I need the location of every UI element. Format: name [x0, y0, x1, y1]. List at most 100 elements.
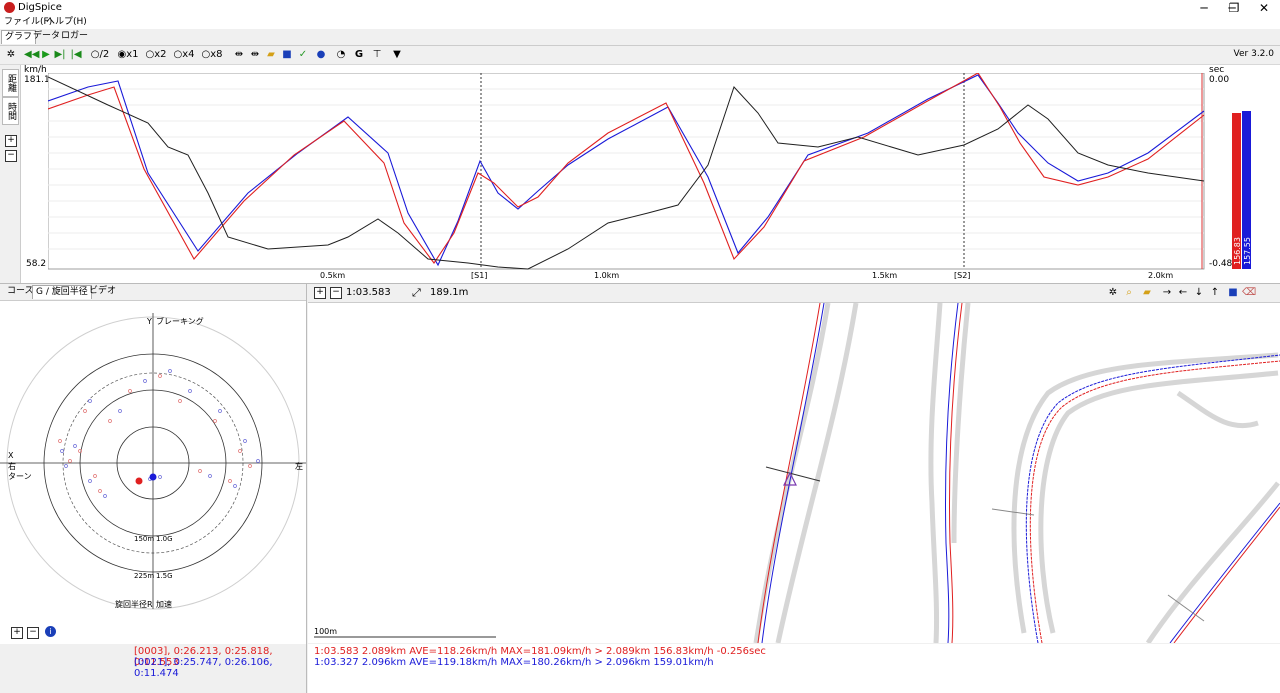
- split-right-icon[interactable]: ⇹: [248, 47, 262, 63]
- x-tick-5: 2.0km: [1148, 271, 1173, 279]
- radio-icon: ○: [145, 49, 155, 60]
- text-cursor-icon[interactable]: ⊤: [370, 47, 384, 63]
- left-panel: コース G / 旋回半径 ビデオ Y ブレーキング X 右 ターン 左 150m…: [0, 284, 307, 693]
- ring-150m: 150m: [134, 535, 154, 543]
- lap-blue-summary: 1:03.327 2.096km AVE=119.18km/h MAX=180.…: [314, 657, 714, 668]
- open-folder-icon[interactable]: ▰: [1140, 285, 1154, 301]
- radio-icon: ○: [201, 49, 211, 60]
- menu-help[interactable]: ヘルプ(H): [46, 16, 87, 29]
- split-left-icon[interactable]: ⇹: [232, 47, 246, 63]
- x-tick-2: 1.0km: [594, 271, 619, 279]
- tab-g-radius[interactable]: G / 旋回半径: [32, 285, 92, 299]
- collapse-icon[interactable]: −: [330, 287, 342, 299]
- collapse-icon[interactable]: −: [27, 627, 39, 639]
- speed-trace-chart[interactable]: 0.5km [S1] 1.0km 1.5km [S2] 2.0km: [48, 73, 1206, 279]
- zoom-icon[interactable]: ⌕: [1122, 285, 1136, 301]
- ruler-icon[interactable]: ⤢: [412, 286, 421, 300]
- y-max-label: 181.1: [24, 75, 50, 85]
- globe-icon[interactable]: ●: [314, 47, 328, 63]
- distance-label: 189.1m: [430, 287, 469, 298]
- speed-bar-red-label: 156.83: [1233, 237, 1242, 265]
- lap-info-left: [0003], 0:26.213, 0:25.818, 0:11.553 [00…: [0, 644, 306, 693]
- radio-icon: ○: [173, 49, 183, 60]
- y-min-label: 58.2: [26, 259, 47, 269]
- speed-x4-radio[interactable]: ○x4: [172, 47, 196, 63]
- refresh-icon[interactable]: ✲: [1106, 285, 1120, 301]
- tab-video[interactable]: ビデオ: [86, 285, 119, 298]
- x-tick-3: 1.5km: [872, 271, 897, 279]
- speed-x8-radio[interactable]: ○x8: [200, 47, 224, 63]
- arrow-up-icon[interactable]: ↑: [1208, 285, 1222, 301]
- menu-bar: ファイル(F) ヘルプ(H): [0, 16, 1280, 29]
- title-bar: DigSpice ─: [0, 0, 1280, 16]
- turn-label: ターン: [8, 472, 32, 481]
- save-icon[interactable]: ■: [1226, 285, 1240, 301]
- eraser-icon[interactable]: ⌫: [1242, 285, 1256, 301]
- dropdown-arrow-icon[interactable]: ▼: [390, 47, 404, 63]
- track-map-panel[interactable]: 100m: [308, 302, 1280, 643]
- tab-time[interactable]: 時間: [2, 97, 19, 125]
- arrow-right-icon[interactable]: →: [1160, 285, 1174, 301]
- restore-window-button[interactable]: ❐: [1218, 0, 1250, 16]
- tab-distance[interactable]: 距離: [2, 69, 19, 97]
- right-label: 右: [8, 461, 16, 471]
- speed-bars: 156.83 157.55: [1232, 111, 1252, 269]
- app-title: DigSpice: [18, 2, 62, 13]
- y-unit-right: sec: [1209, 65, 1225, 75]
- x-tick-0: 0.5km: [320, 271, 345, 279]
- lap-info-right: 1:03.583 2.089km AVE=118.26km/h MAX=181.…: [308, 644, 1280, 693]
- speed-x1-radio[interactable]: ◉x1: [116, 47, 140, 63]
- collapse-icon[interactable]: −: [5, 150, 17, 162]
- arrow-left-icon[interactable]: ←: [1176, 285, 1190, 301]
- map-scale-label: 100m: [314, 627, 337, 636]
- left-tabs: コース G / 旋回半径 ビデオ: [0, 284, 306, 301]
- tab-logger[interactable]: ロガー: [58, 30, 91, 43]
- map-toolbar: + − 1:03.583 ⤢ 189.1m ✲ ⌕ ▰ → ← ↓ ↑ ■ ⌫: [308, 284, 1280, 302]
- g-circle-chart[interactable]: Y ブレーキング X 右 ターン 左 150m 1.0G 225m 1.5G 旋…: [0, 301, 306, 621]
- ring-1g: 1.0G: [156, 535, 173, 543]
- open-folder-icon[interactable]: ▰: [264, 47, 278, 63]
- lap-blue-sectors: [0021], 0:25.747, 0:26.106, 0:11.474: [134, 657, 273, 679]
- ring-225m: 225m: [134, 572, 154, 580]
- y-unit-left: km/h: [24, 65, 47, 75]
- speed-x2-radio[interactable]: ○x2: [144, 47, 168, 63]
- y2-min-label: -0.48: [1209, 259, 1233, 269]
- g-point-red: [135, 477, 143, 485]
- y2-max-label: 0.00: [1209, 75, 1230, 85]
- minimize-window-button[interactable]: ─: [1188, 0, 1220, 16]
- step-forward-icon[interactable]: ▶|: [54, 47, 66, 63]
- speed-half-radio[interactable]: ○/2: [88, 47, 112, 63]
- version-label: Ver 3.2.0: [1233, 49, 1274, 59]
- info-icon[interactable]: i: [45, 626, 56, 637]
- radio-selected-icon: ◉: [117, 49, 127, 60]
- accel-label: 加速: [156, 599, 172, 609]
- g-point-blue: [149, 473, 157, 481]
- main-tabs: グラフ データ ロガー: [0, 29, 1280, 46]
- g-force-icon[interactable]: G: [352, 47, 366, 63]
- refresh-icon[interactable]: ✲: [4, 47, 18, 63]
- expand-icon[interactable]: +: [5, 135, 17, 147]
- rewind-icon[interactable]: ◀◀: [24, 47, 39, 63]
- x-axis-label: X: [8, 451, 14, 460]
- save-icon[interactable]: ■: [280, 47, 294, 63]
- x-tick-4: [S2]: [954, 271, 970, 279]
- lap-time-label: 1:03.583: [346, 287, 391, 298]
- arrow-down-icon[interactable]: ↓: [1192, 285, 1206, 301]
- step-back-icon[interactable]: |◀: [70, 47, 82, 63]
- lap-red-summary: 1:03.583 2.089km AVE=118.26km/h MAX=181.…: [314, 646, 766, 657]
- close-window-button[interactable]: ✕: [1248, 0, 1280, 16]
- expand-icon[interactable]: +: [314, 287, 326, 299]
- stopwatch-icon[interactable]: ◔: [334, 47, 348, 63]
- track-map[interactable]: 100m: [308, 303, 1280, 643]
- toolbar: ✲ ◀◀ ▶ ▶| |◀ ○/2 ◉x1 ○x2 ○x4 ○x8 ⇹ ⇹ ▰ ■…: [0, 46, 1280, 65]
- graph-side-panel: 距離 時間 + −: [0, 65, 21, 283]
- ring-1-5g: 1.5G: [156, 572, 173, 580]
- menu-file[interactable]: ファイル(F): [4, 16, 52, 29]
- speed-bar-blue-label: 157.55: [1243, 237, 1252, 265]
- play-icon[interactable]: ▶: [40, 47, 52, 63]
- speed-graph-panel: 距離 時間 + − km/h 181.1 58.2 sec 0.00 -0.48…: [0, 65, 1280, 284]
- radius-label: 旋回半径R: [115, 599, 153, 609]
- expand-icon[interactable]: +: [11, 627, 23, 639]
- wand-icon[interactable]: ✓: [296, 47, 310, 63]
- y-axis-label: Y: [146, 317, 152, 326]
